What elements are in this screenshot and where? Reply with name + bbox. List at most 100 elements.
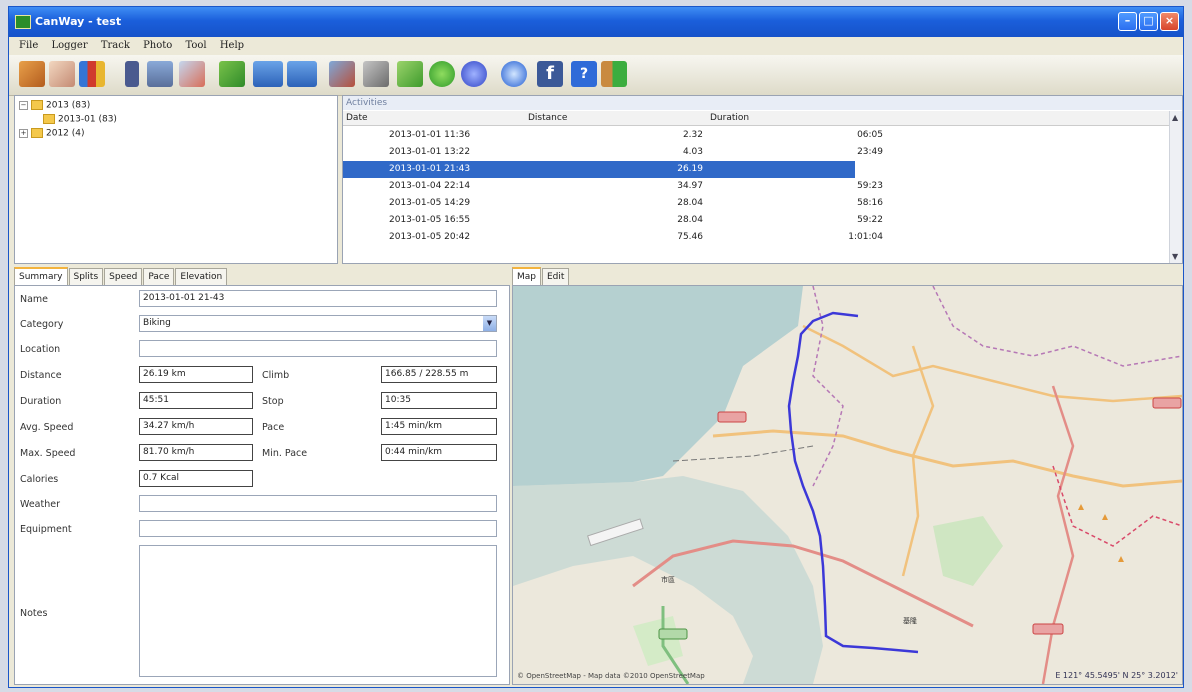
name-label: Name: [20, 294, 49, 305]
calories-value: 0.7 Kcal: [139, 470, 253, 487]
menu-logger[interactable]: Logger: [51, 40, 87, 51]
duration-label: Duration: [20, 396, 62, 407]
category-label: Category: [20, 319, 64, 330]
activity-duration: 23:49: [857, 147, 883, 157]
route-shield: [1032, 623, 1064, 635]
activity-row[interactable]: 2013-01-05 20:42 75.46 1:01:04: [343, 229, 1168, 246]
activity-date: 2013-01-01 11:36: [389, 130, 471, 140]
activity-date: 2013-01-05 16:55: [389, 215, 471, 225]
location-label: Location: [20, 344, 61, 355]
menu-photo[interactable]: Photo: [143, 40, 172, 51]
chart-icon[interactable]: [79, 61, 105, 87]
map-tabs: Map Edit: [512, 267, 570, 285]
tools-icon[interactable]: [363, 61, 389, 87]
location-field[interactable]: [139, 340, 497, 357]
category-select[interactable]: Biking ▼: [139, 315, 497, 332]
collapse-icon[interactable]: −: [19, 100, 28, 110]
activities-scrollbar[interactable]: ▲ ▼: [1169, 111, 1182, 263]
activities-header: Activities: [343, 96, 1182, 110]
chevron-down-icon[interactable]: ▼: [483, 316, 496, 331]
calendar-icon[interactable]: [179, 61, 205, 87]
col-duration[interactable]: Duration: [708, 111, 1170, 126]
map-canvas[interactable]: 基隆 市區: [513, 286, 1182, 684]
menu-file[interactable]: File: [19, 40, 38, 51]
weather-field[interactable]: [139, 495, 497, 512]
menu-help[interactable]: Help: [220, 40, 244, 51]
menu-track[interactable]: Track: [101, 40, 130, 51]
menu-tool[interactable]: Tool: [186, 40, 207, 51]
activity-distance: 28.04: [677, 215, 703, 225]
tab-pace[interactable]: Pace: [143, 268, 175, 285]
tab-splits[interactable]: Splits: [68, 268, 104, 285]
map-track-icon[interactable]: [49, 61, 75, 87]
tab-speed[interactable]: Speed: [104, 268, 143, 285]
pace-value: 1:45 min/km: [381, 418, 497, 435]
refresh-icon[interactable]: [397, 61, 423, 87]
activity-date: 2013-01-01 13:22: [389, 147, 471, 157]
title-bar[interactable]: CanWay - test – □ ×: [9, 7, 1183, 37]
activity-distance: 75.46: [677, 232, 703, 242]
save-map-icon[interactable]: [287, 61, 317, 87]
activity-row[interactable]: 2013-01-01 11:36 2.32 06:05: [343, 127, 1168, 144]
activity-duration: 45:51: [857, 164, 883, 174]
activity-distance: 26.19: [677, 164, 703, 174]
col-date[interactable]: Date: [343, 111, 526, 126]
activity-date: 2013-01-05 14:29: [389, 198, 471, 208]
tab-summary[interactable]: Summary: [14, 267, 68, 285]
backward-icon[interactable]: [461, 61, 487, 87]
window-title: CanWay - test: [35, 15, 122, 28]
activity-row-selected[interactable]: 2013-01-01 21:43 26.19 45:51: [343, 161, 883, 178]
exit-icon[interactable]: [601, 61, 627, 87]
tree-node-2012[interactable]: +2012 (4): [19, 128, 85, 139]
open-map-icon[interactable]: [253, 61, 283, 87]
tab-elevation[interactable]: Elevation: [175, 268, 228, 285]
minimize-button[interactable]: –: [1118, 12, 1137, 31]
maximize-button[interactable]: □: [1139, 12, 1158, 31]
max-speed-value: 81.70 km/h: [139, 444, 253, 461]
activity-row[interactable]: 2013-01-01 13:22 4.03 23:49: [343, 144, 1168, 161]
scroll-down-icon[interactable]: ▼: [1172, 252, 1178, 261]
expand-icon[interactable]: +: [19, 128, 28, 138]
app-icon: [15, 15, 31, 29]
duration-value: 45:51: [139, 392, 253, 409]
tab-edit[interactable]: Edit: [542, 268, 570, 285]
stop-value: 10:35: [381, 392, 497, 409]
activity-row[interactable]: 2013-01-05 16:55 28.04 59:22: [343, 212, 1168, 229]
map-coordinate: E 121° 45.5495' N 25° 3.2012': [1055, 671, 1178, 680]
device-icon[interactable]: [125, 61, 139, 87]
calories-label: Calories: [20, 474, 59, 485]
close-button[interactable]: ×: [1160, 12, 1179, 31]
weather-label: Weather: [20, 499, 60, 510]
tree-node-2013-01[interactable]: 2013-01 (83): [43, 114, 117, 125]
activity-row[interactable]: 2013-01-05 14:29 28.04 58:16: [343, 195, 1168, 212]
green-note-icon[interactable]: [219, 61, 245, 87]
export-icon[interactable]: [147, 61, 173, 87]
activity-distance: 34.97: [677, 181, 703, 191]
folder-icon: [31, 128, 43, 138]
map-view[interactable]: 基隆 市區 © OpenStreetMap - Map data ©2010 O…: [512, 285, 1183, 685]
activity-row[interactable]: 2013-01-04 22:14 34.97 59:23: [343, 178, 1168, 195]
facebook-icon[interactable]: f: [537, 61, 563, 87]
tab-map[interactable]: Map: [512, 267, 541, 285]
import-icon[interactable]: [19, 61, 45, 87]
stop-label: Stop: [262, 396, 284, 407]
pace-label: Pace: [262, 422, 285, 433]
forward-icon[interactable]: [429, 61, 455, 87]
menu-bar: File Logger Track Photo Tool Help: [9, 37, 1183, 55]
activities-panel: Activities Date Distance Duration 2013-0…: [342, 95, 1183, 264]
toolbar: f ?: [9, 55, 1183, 96]
globe-icon[interactable]: [501, 61, 527, 87]
col-distance[interactable]: Distance: [526, 111, 708, 126]
tree-node-2013[interactable]: − 2013 (83): [19, 100, 90, 111]
equipment-field[interactable]: [139, 520, 497, 537]
tree-label: 2013-01 (83): [58, 114, 117, 125]
help-icon[interactable]: ?: [571, 61, 597, 87]
name-field[interactable]: 2013-01-01 21-43: [139, 290, 497, 307]
notes-textarea[interactable]: [139, 545, 497, 677]
summary-tabs: Summary Splits Speed Pace Elevation: [14, 267, 228, 285]
split-icon[interactable]: [329, 61, 355, 87]
route-shield: [717, 411, 747, 423]
scroll-up-icon[interactable]: ▲: [1172, 113, 1178, 122]
activity-duration: 1:01:04: [848, 232, 883, 242]
distance-label: Distance: [20, 370, 62, 381]
